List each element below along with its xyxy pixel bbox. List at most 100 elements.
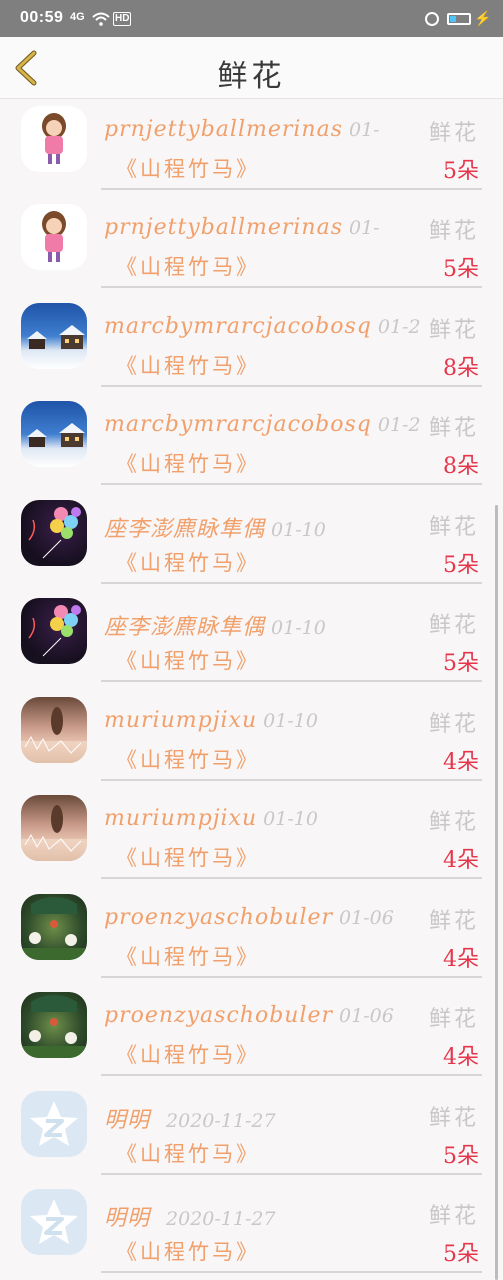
flower-count: 5朵: [443, 257, 479, 282]
qq-avatar: [21, 1091, 87, 1157]
balloon-avatar: [21, 500, 87, 566]
list-item[interactable]: 座李澎麃眿隼偶 01-10 鲜花 《山程竹马》 5朵: [0, 590, 503, 688]
gift-type: 鲜花: [428, 515, 479, 540]
send-date: 01-06: [339, 907, 394, 929]
divider: [101, 188, 482, 190]
flower-count: 4朵: [443, 1045, 479, 1070]
garden-avatar: [21, 894, 87, 960]
story-title: 《山程竹马》: [116, 354, 260, 378]
flower-count: 5朵: [443, 651, 479, 676]
send-date: 01-2: [377, 316, 421, 338]
gift-type: 鲜花: [428, 121, 479, 146]
story-title: 《山程竹马》: [116, 1142, 260, 1166]
send-date: 01-: [349, 119, 380, 141]
story-title: 《山程竹马》: [116, 255, 260, 279]
gift-type: 鲜花: [428, 712, 479, 737]
sender-name: muriumpjixu 01-10: [104, 806, 318, 831]
send-date: 01-2: [377, 414, 421, 436]
list-item[interactable]: 座李澎麃眿隼偶 01-10 鲜花 《山程竹马》 5朵: [0, 492, 503, 590]
story-title: 《山程竹马》: [116, 157, 260, 181]
story-title: 《山程竹马》: [116, 945, 260, 969]
sender-name: marcbymrarcjacobosq 01-2: [104, 314, 421, 339]
qq-avatar: [21, 1189, 87, 1255]
field-avatar: [21, 697, 87, 763]
wifi-icon: [92, 12, 110, 26]
list-item[interactable]: marcbymrarcjacobosq 01-2 鲜花 《山程竹马》 8朵: [0, 295, 503, 393]
list-item[interactable]: muriumpjixu 01-10 鲜花 《山程竹马》 4朵: [0, 787, 503, 885]
divider: [101, 286, 482, 288]
flower-count: 8朵: [443, 356, 479, 381]
garden-avatar: [21, 992, 87, 1058]
divider: [101, 976, 482, 978]
status-time: 00:59: [20, 9, 64, 26]
list-item[interactable]: prnjettyballmerinas 01- 鲜花 《山程竹马》 5朵: [0, 196, 503, 294]
send-date: 01-10: [271, 519, 326, 541]
snow-house-avatar: [21, 401, 87, 467]
gift-type: 鲜花: [428, 613, 479, 638]
story-title: 《山程竹马》: [116, 551, 260, 575]
list-item[interactable]: muriumpjixu 01-10 鲜花 《山程竹马》 4朵: [0, 689, 503, 787]
status-bar: 00:59 4G HD ⚡: [0, 0, 503, 37]
divider: [101, 1173, 482, 1175]
list-item[interactable]: proenzyaschobuler 01-06 鲜花 《山程竹马》 4朵: [0, 886, 503, 984]
divider: [101, 877, 482, 879]
divider: [101, 1271, 482, 1273]
gift-record-list[interactable]: prnjettyballmerinas 01- 鲜花 《山程竹马》 5朵 prnj…: [0, 98, 503, 1280]
gift-type: 鲜花: [428, 318, 479, 343]
sender-name: 座李澎麃眿隼偶 01-10: [104, 615, 326, 640]
header: 鲜花: [0, 37, 503, 99]
sender-name: marcbymrarcjacobosq 01-2: [104, 412, 421, 437]
list-item[interactable]: prnjettyballmerinas 01- 鲜花 《山程竹马》 5朵: [0, 98, 503, 196]
send-date: 01-06: [339, 1005, 394, 1027]
gift-type: 鲜花: [428, 810, 479, 835]
divider: [101, 680, 482, 682]
send-date: 01-10: [263, 808, 318, 830]
sender-name: 明明 2020-11-27: [104, 1108, 276, 1133]
gift-type: 鲜花: [428, 416, 479, 441]
flower-count: 5朵: [443, 159, 479, 184]
page-title: 鲜花: [217, 59, 286, 94]
sender-name: 明明 2020-11-27: [104, 1206, 276, 1231]
list-item[interactable]: 明明 2020-11-27 鲜花 《山程竹马》 5朵: [0, 1181, 503, 1279]
gift-type: 鲜花: [428, 1007, 479, 1032]
battery-icon: [447, 13, 471, 25]
story-title: 《山程竹马》: [116, 846, 260, 870]
sender-name: muriumpjixu 01-10: [104, 708, 318, 733]
flower-count: 4朵: [443, 947, 479, 972]
sender-name: 座李澎麃眿隼偶 01-10: [104, 517, 326, 542]
list-item[interactable]: marcbymrarcjacobosq 01-2 鲜花 《山程竹马》 8朵: [0, 393, 503, 491]
send-date: 01-10: [271, 617, 326, 639]
send-date: 01-10: [263, 710, 318, 732]
sender-name: proenzyaschobuler 01-06: [104, 905, 394, 930]
gift-type: 鲜花: [428, 909, 479, 934]
signal-label: 4G: [70, 11, 85, 23]
story-title: 《山程竹马》: [116, 452, 260, 476]
charging-icon: ⚡: [474, 10, 492, 26]
story-title: 《山程竹马》: [116, 1043, 260, 1067]
list-item[interactable]: 明明 2020-11-27 鲜花 《山程竹马》 5朵: [0, 1083, 503, 1181]
rotation-lock-icon: [425, 12, 439, 26]
scrollbar[interactable]: [495, 505, 498, 1280]
flower-count: 4朵: [443, 750, 479, 775]
flower-count: 5朵: [443, 553, 479, 578]
divider: [101, 385, 482, 387]
gift-type: 鲜花: [428, 219, 479, 244]
send-date: 2020-11-27: [166, 1208, 276, 1230]
sender-name: prnjettyballmerinas 01-: [104, 117, 380, 142]
girl-avatar: [21, 204, 87, 270]
send-date: 2020-11-27: [166, 1110, 276, 1132]
flower-count: 5朵: [443, 1242, 479, 1267]
flower-count: 4朵: [443, 848, 479, 873]
story-title: 《山程竹马》: [116, 1240, 260, 1264]
divider: [101, 483, 482, 485]
divider: [101, 1074, 482, 1076]
gift-type: 鲜花: [428, 1204, 479, 1229]
list-item[interactable]: proenzyaschobuler 01-06 鲜花 《山程竹马》 4朵: [0, 984, 503, 1082]
story-title: 《山程竹马》: [116, 649, 260, 673]
girl-avatar: [21, 106, 87, 172]
gift-type: 鲜花: [428, 1106, 479, 1131]
divider: [101, 582, 482, 584]
sender-name: prnjettyballmerinas 01-: [104, 215, 380, 240]
flower-count: 8朵: [443, 454, 479, 479]
sender-name: proenzyaschobuler 01-06: [104, 1003, 394, 1028]
